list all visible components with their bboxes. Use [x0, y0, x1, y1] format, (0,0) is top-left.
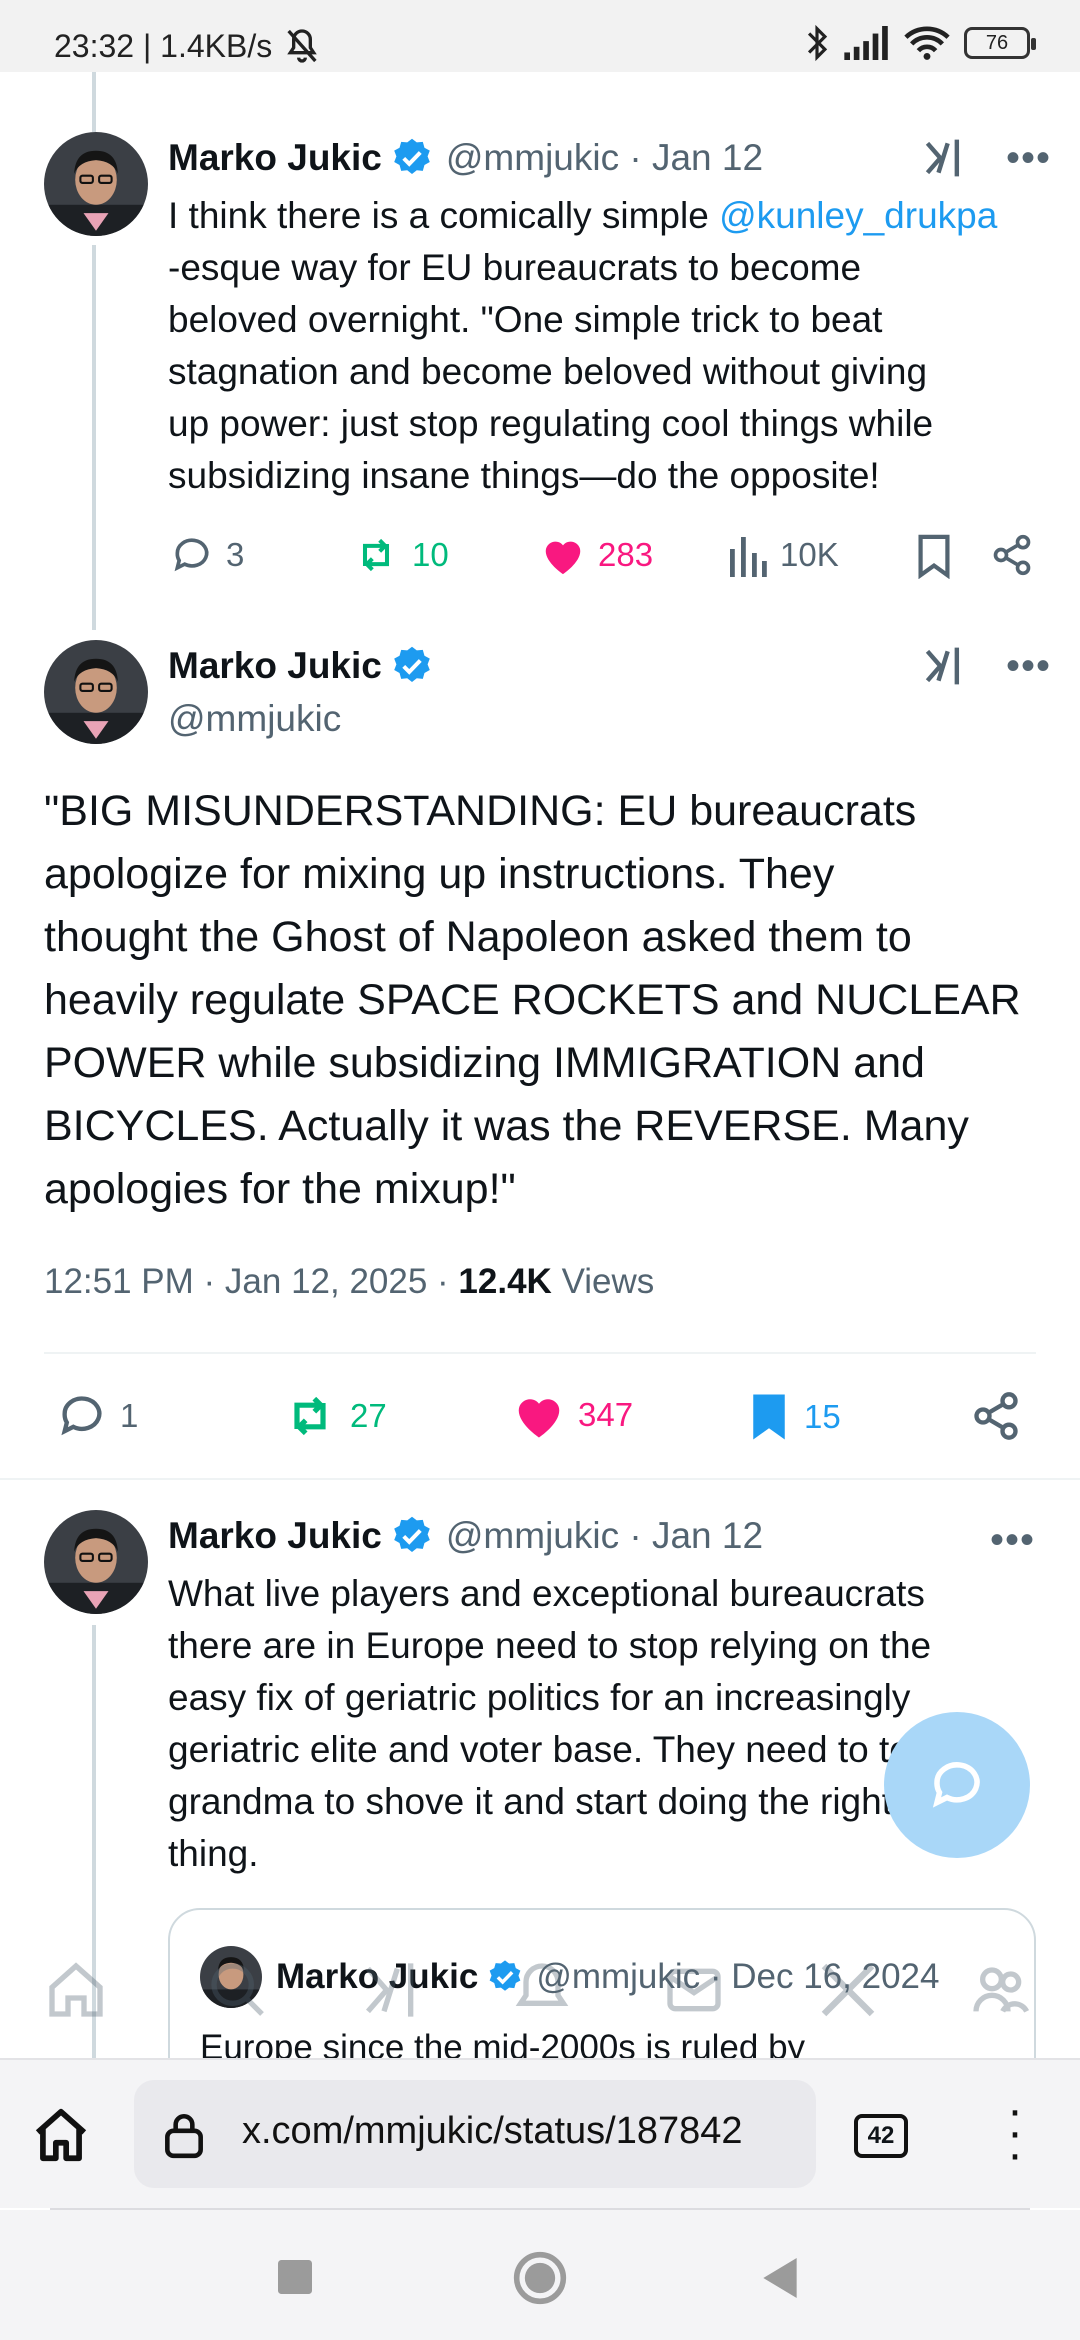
author-name[interactable]: Marko Jukic — [168, 137, 382, 179]
tweet-1-header: Marko Jukic @mmjukic · Jan 12 — [168, 136, 763, 180]
browser-toolbar: x.com/mmjukic/status/187842 42 · · · — [0, 2058, 1080, 2208]
reply-count: 3 — [226, 536, 245, 573]
system-navigation-bar — [0, 2210, 1080, 2340]
notifications-icon[interactable] — [510, 1958, 574, 2022]
signal-icon — [844, 26, 888, 60]
browser-menu-icon[interactable]: · · · — [1000, 2087, 1030, 2179]
author-name[interactable]: Marko Jukic — [168, 1515, 382, 1557]
repost-icon — [294, 1396, 326, 1436]
bluetooth-icon — [807, 24, 828, 62]
grok-icon[interactable] — [922, 644, 966, 688]
verified-badge-icon — [394, 138, 430, 174]
bookmark-icon[interactable] — [914, 533, 954, 579]
repost-icon — [362, 538, 390, 572]
repost-button[interactable]: 10 — [352, 533, 449, 577]
tweet-metadata: 12:51 PM · Jan 12, 2025 · 12.4K Views — [44, 1262, 654, 1302]
verified-badge-icon — [394, 646, 430, 682]
divider — [0, 1478, 1080, 1480]
avatar[interactable] — [44, 132, 148, 236]
like-button[interactable]: 347 — [512, 1390, 633, 1440]
repost-count: 27 — [350, 1397, 387, 1434]
reply-button[interactable]: 1 — [56, 1390, 138, 1442]
compose-reply-button[interactable] — [884, 1712, 1030, 1858]
grok-icon[interactable] — [360, 1958, 424, 2022]
reply-icon — [61, 1396, 102, 1436]
like-count: 283 — [598, 536, 654, 573]
mute-icon — [287, 29, 318, 63]
mention-link[interactable]: @kunley_drukpa — [719, 195, 997, 236]
bookmark-button[interactable]: 15 — [746, 1390, 841, 1444]
timestamp[interactable]: 12:51 PM · Jan 12, 2025 · — [44, 1262, 458, 1301]
reply-icon — [174, 538, 209, 572]
lock-icon — [165, 2114, 203, 2159]
tabs-button[interactable]: 42 — [854, 2114, 908, 2158]
views-icon — [730, 537, 767, 577]
home-icon[interactable] — [44, 1958, 108, 2022]
grok-icon[interactable] — [922, 136, 966, 180]
main-tweet-header: Marko Jukic — [168, 644, 434, 688]
repost-button[interactable]: 27 — [282, 1390, 387, 1442]
heart-icon — [545, 541, 581, 575]
url-text: x.com/mmjukic/status/187842 — [242, 2110, 743, 2152]
share-icon[interactable] — [970, 1390, 1022, 1442]
status-bar: 23:32 | 1.4KB/s 76 — [0, 0, 1080, 72]
battery-icon: 76 — [964, 27, 1036, 59]
reply-count: 1 — [120, 1397, 139, 1434]
tweet-3-header: Marko Jukic @mmjukic · Jan 12 — [168, 1514, 763, 1558]
thread-line-top — [92, 72, 96, 132]
recents-icon[interactable] — [278, 2260, 312, 2294]
x-bottom-nav — [0, 1948, 1080, 2058]
like-button[interactable]: 283 — [540, 533, 653, 577]
avatar[interactable] — [44, 640, 148, 744]
x-logo-icon[interactable] — [816, 1958, 880, 2022]
thread-line-1 — [92, 245, 96, 630]
bookmark-filled-icon — [753, 1394, 785, 1440]
tweet-1-text: I think there is a comically simple @kun… — [168, 195, 998, 496]
divider — [44, 1352, 1036, 1354]
battery-level: 76 — [985, 31, 1009, 54]
messages-icon[interactable] — [662, 1958, 726, 2022]
more-options-icon[interactable]: ••• — [1006, 646, 1051, 686]
avatar[interactable] — [44, 1510, 148, 1614]
views-label: Views — [561, 1262, 655, 1301]
browser-home-icon[interactable] — [30, 2104, 92, 2166]
back-icon[interactable] — [762, 2258, 798, 2298]
system-home-icon[interactable] — [512, 2250, 568, 2306]
main-tweet-text: "BIG MISUNDERSTANDING: EU bureaucrats ap… — [44, 787, 1021, 1213]
more-options-icon[interactable]: ••• — [1006, 138, 1051, 178]
communities-icon[interactable] — [968, 1958, 1032, 2022]
reply-bubble-icon — [932, 1762, 980, 1808]
more-options-icon[interactable]: ••• — [990, 1520, 1035, 1560]
bookmark-count: 15 — [804, 1398, 841, 1435]
reply-button[interactable]: 3 — [170, 533, 244, 577]
author-handle[interactable]: @mmjukic — [168, 698, 341, 740]
author-name[interactable]: Marko Jukic — [168, 645, 382, 687]
repost-count: 10 — [412, 536, 449, 573]
like-count: 347 — [578, 1396, 634, 1433]
views-button[interactable]: 10K — [728, 533, 839, 577]
views-count: 10K — [780, 536, 839, 573]
search-icon[interactable] — [206, 1958, 270, 2022]
status-time-speed: 23:32 | 1.4KB/s — [54, 27, 273, 64]
verified-badge-icon — [394, 1516, 430, 1552]
author-handle-date[interactable]: @mmjukic · Jan 12 — [446, 137, 763, 179]
heart-icon — [518, 1399, 560, 1438]
tab-count: 42 — [867, 2122, 895, 2149]
share-icon[interactable] — [990, 533, 1034, 577]
address-bar[interactable]: x.com/mmjukic/status/187842 — [134, 2080, 816, 2188]
author-handle-date[interactable]: @mmjukic · Jan 12 — [446, 1515, 763, 1557]
wifi-icon — [904, 26, 950, 60]
views-count: 12.4K — [458, 1262, 552, 1301]
